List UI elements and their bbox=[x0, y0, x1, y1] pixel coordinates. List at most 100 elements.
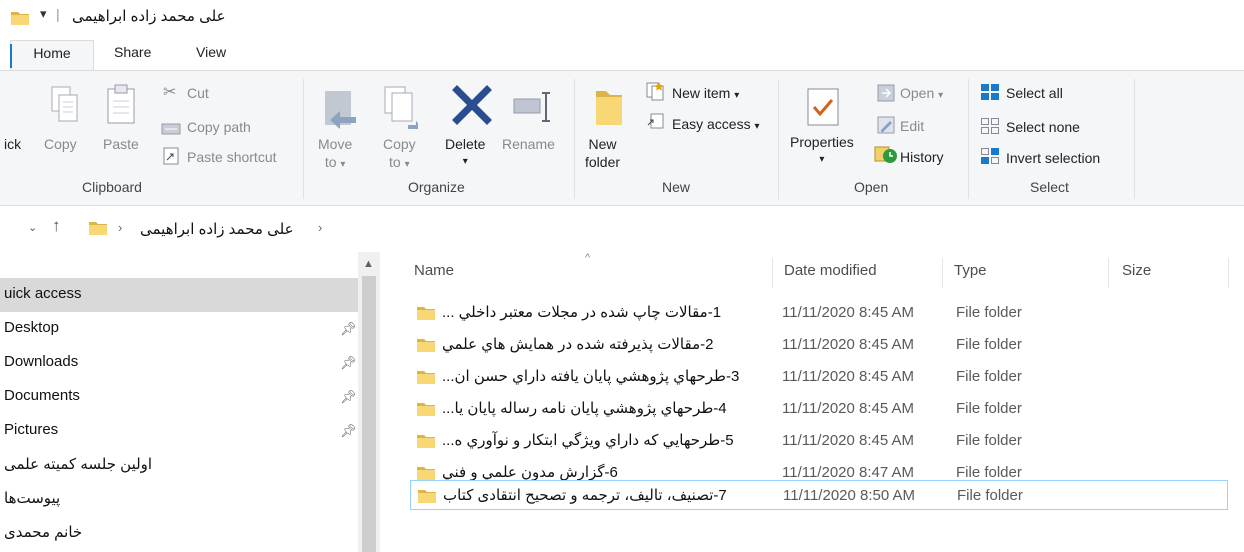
paste-button[interactable]: Paste bbox=[103, 135, 139, 153]
quick-access-toolbar-dropdown[interactable]: ▾ bbox=[40, 6, 47, 22]
file-name: 5-طرحهايي كه داراي ويژگي ابتكار و نوآوري… bbox=[442, 432, 734, 449]
nav-scrollbar[interactable]: ▲ bbox=[358, 252, 380, 552]
recent-locations-chevron-icon[interactable]: ⌄ bbox=[28, 221, 37, 234]
file-row[interactable]: 5-طرحهايي كه داراي ويژگي ابتكار و نوآوري… bbox=[410, 426, 1228, 456]
chevron-down-icon: ▾ bbox=[938, 90, 944, 101]
tab-home-label: Home bbox=[33, 45, 71, 61]
delete-button[interactable]: Delete ▾ bbox=[445, 135, 485, 171]
file-date-modified: 11/11/2020 8:45 AM bbox=[782, 368, 915, 385]
folder-icon bbox=[88, 218, 108, 238]
column-header-name[interactable]: Name bbox=[414, 262, 454, 279]
ribbon-separator bbox=[1134, 79, 1135, 199]
delete-icon bbox=[452, 85, 492, 125]
column-header-date-modified[interactable]: Date modified bbox=[784, 262, 877, 279]
pin-icon[interactable]: 📌︎ bbox=[340, 321, 357, 337]
nav-item-label: پیوست‌ها bbox=[4, 490, 61, 507]
new-folder-button[interactable]: New folder bbox=[585, 135, 620, 171]
breadcrumb-chevron-icon[interactable]: › bbox=[118, 220, 122, 235]
easy-access-icon bbox=[647, 113, 664, 129]
nav-item-pictures[interactable]: Pictures 📌︎ bbox=[0, 414, 358, 448]
edit-button[interactable]: Edit bbox=[900, 118, 924, 134]
tab-view[interactable]: View bbox=[196, 44, 226, 60]
ribbon-tabs: Home Share View bbox=[0, 34, 1244, 71]
file-row[interactable]: 3-طرحهاي پژوهشي پايان يافته داراي حسن ان… bbox=[410, 362, 1228, 392]
easy-access-button[interactable]: Easy access ▾ bbox=[672, 116, 760, 132]
copy-path-button[interactable]: Copy path bbox=[187, 119, 251, 135]
title-bar: ▾ | علی محمد زاده ابراهیمی bbox=[0, 0, 1244, 34]
column-header-type[interactable]: Type bbox=[954, 262, 987, 279]
nav-item-label: uick access bbox=[4, 285, 82, 302]
file-name: 7-تصنیف، تالیف، ترجمه و تصحیح انتقادی کت… bbox=[443, 487, 727, 504]
scrollbar-thumb[interactable] bbox=[362, 276, 376, 552]
folder-icon bbox=[416, 431, 436, 451]
copy-to-icon bbox=[384, 86, 418, 129]
new-item-button[interactable]: New item ▾ bbox=[672, 85, 739, 101]
nav-item-quick-access[interactable]: uick access bbox=[0, 278, 358, 312]
open-group-label: Open bbox=[854, 179, 889, 195]
select-all-button[interactable]: Select all bbox=[1006, 85, 1063, 101]
file-date-modified: 11/11/2020 8:50 AM bbox=[783, 487, 916, 504]
paste-shortcut-button[interactable]: Paste shortcut bbox=[187, 149, 277, 165]
scroll-up-arrow-icon[interactable]: ▲ bbox=[363, 258, 374, 270]
copy-to-button[interactable]: Copy to ▾ bbox=[383, 135, 416, 174]
column-separator[interactable] bbox=[942, 258, 943, 288]
file-name: 3-طرحهاي پژوهشي پايان يافته داراي حسن ان… bbox=[442, 368, 740, 385]
folder-icon bbox=[416, 335, 436, 355]
edit-icon bbox=[877, 116, 895, 134]
column-separator[interactable] bbox=[1228, 258, 1229, 288]
pin-icon[interactable]: 📌︎ bbox=[340, 355, 357, 371]
copy-to-label: Copy bbox=[383, 136, 416, 152]
pin-icon[interactable]: 📌︎ bbox=[340, 389, 357, 405]
pin-to-quick-access-button[interactable]: ick bbox=[4, 135, 21, 153]
nav-item-downloads[interactable]: Downloads 📌︎ bbox=[0, 346, 358, 380]
history-button[interactable]: History bbox=[900, 149, 944, 165]
file-name: 2-مقالات پذيرفته شده در همايش هاي علمي bbox=[442, 336, 714, 353]
nav-item-documents[interactable]: Documents 📌︎ bbox=[0, 380, 358, 414]
tab-home[interactable]: Home bbox=[10, 40, 94, 71]
rename-button[interactable]: Rename bbox=[502, 135, 555, 153]
open-label: Open bbox=[900, 85, 935, 101]
ribbon-separator bbox=[574, 79, 575, 199]
delete-label: Delete bbox=[445, 136, 486, 152]
address-field[interactable]: › علی محمد زاده ابراهیمی › bbox=[78, 213, 1244, 243]
select-none-button[interactable]: Select none bbox=[1006, 119, 1080, 135]
new-folder-icon bbox=[596, 91, 622, 125]
file-row[interactable]: 1-مقالات چاپ شده در مجلات معتبر داخلي ..… bbox=[410, 298, 1228, 328]
copy-button[interactable]: Copy bbox=[44, 135, 77, 153]
paste-icon bbox=[107, 84, 135, 124]
up-arrow-icon[interactable]: ↑ bbox=[52, 216, 61, 236]
file-row[interactable]: 2-مقالات پذيرفته شده در همايش هاي علمي 1… bbox=[410, 330, 1228, 360]
nav-item-committee-meeting[interactable]: اولین جلسه کمیته علمی bbox=[0, 448, 358, 482]
column-separator[interactable] bbox=[772, 258, 773, 288]
file-type: File folder bbox=[956, 400, 1022, 417]
copy-path-icon bbox=[161, 123, 181, 135]
column-separator[interactable] bbox=[1108, 258, 1109, 288]
nav-item-label: Downloads bbox=[4, 353, 79, 370]
properties-button[interactable]: Properties ▾ bbox=[790, 133, 854, 169]
ribbon-separator bbox=[303, 79, 304, 199]
move-to-button[interactable]: Move to ▾ bbox=[318, 135, 352, 174]
nav-item-desktop[interactable]: Desktop 📌︎ bbox=[0, 312, 358, 346]
file-type: File folder bbox=[956, 336, 1022, 353]
invert-selection-icon bbox=[981, 148, 999, 164]
copy-icon bbox=[51, 86, 78, 122]
clipboard-group-label: Clipboard bbox=[82, 179, 142, 195]
new-folder-label: New bbox=[588, 136, 617, 152]
tab-share[interactable]: Share bbox=[114, 44, 151, 60]
pin-icon[interactable]: 📌︎ bbox=[340, 423, 357, 439]
open-button[interactable]: Open ▾ bbox=[900, 85, 943, 101]
file-row-focused[interactable]: 7-تصنیف، تالیف، ترجمه و تصحیح انتقادی کت… bbox=[410, 480, 1228, 510]
invert-selection-button[interactable]: Invert selection bbox=[1006, 150, 1100, 166]
open-icon bbox=[877, 84, 895, 102]
column-header-size[interactable]: Size bbox=[1122, 262, 1151, 279]
ribbon-separator bbox=[968, 79, 969, 199]
cut-button[interactable]: Cut bbox=[187, 85, 209, 101]
new-item-label: New item bbox=[672, 85, 731, 101]
breadcrumb-current-folder[interactable]: علی محمد زاده ابراهیمی bbox=[140, 220, 294, 238]
file-row[interactable]: 4-طرحهاي پژوهشي پايان نامه رساله پايان ي… bbox=[410, 394, 1228, 424]
breadcrumb-chevron-icon[interactable]: › bbox=[318, 220, 322, 235]
nav-item-label: Desktop bbox=[4, 319, 60, 336]
nav-item-mrs-mohammadi[interactable]: خانم محمدی bbox=[0, 516, 358, 550]
nav-item-attachments[interactable]: پیوست‌ها bbox=[0, 482, 358, 516]
chevron-down-icon: ▾ bbox=[462, 156, 468, 167]
